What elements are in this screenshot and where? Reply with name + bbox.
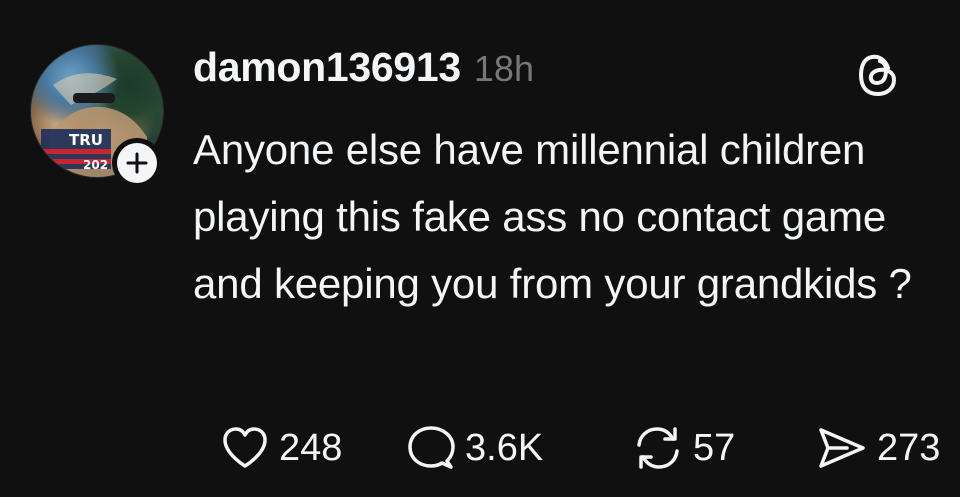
action-bar: 248 3.6K 57 273 <box>193 418 960 478</box>
repost-icon <box>633 425 683 471</box>
repost-button[interactable]: 57 <box>633 418 735 478</box>
repost-count: 57 <box>693 426 736 469</box>
post-header: damon136913 18h <box>193 44 534 100</box>
send-icon <box>817 426 867 470</box>
username[interactable]: damon136913 <box>193 44 461 91</box>
reply-button[interactable]: 3.6K <box>407 418 543 478</box>
share-button[interactable]: 273 <box>817 418 940 478</box>
heart-icon <box>221 426 269 470</box>
follow-button[interactable] <box>112 138 162 188</box>
timestamp: 18h <box>473 48 534 89</box>
thread-post: TRU 202 damon136913 18h Anyone else have… <box>0 0 960 497</box>
like-count: 248 <box>279 426 343 469</box>
speech-bubble-icon <box>407 425 455 471</box>
post-text: Anyone else have millennial children pla… <box>193 126 912 307</box>
svg-text:TRU: TRU <box>69 131 103 149</box>
reply-count: 3.6K <box>465 426 544 469</box>
avatar-container: TRU 202 <box>30 44 164 188</box>
share-count: 273 <box>877 426 941 469</box>
plus-icon <box>117 143 157 183</box>
like-button[interactable]: 248 <box>221 418 342 478</box>
threads-logo-icon[interactable] <box>858 52 898 98</box>
svg-text:202: 202 <box>83 158 108 172</box>
